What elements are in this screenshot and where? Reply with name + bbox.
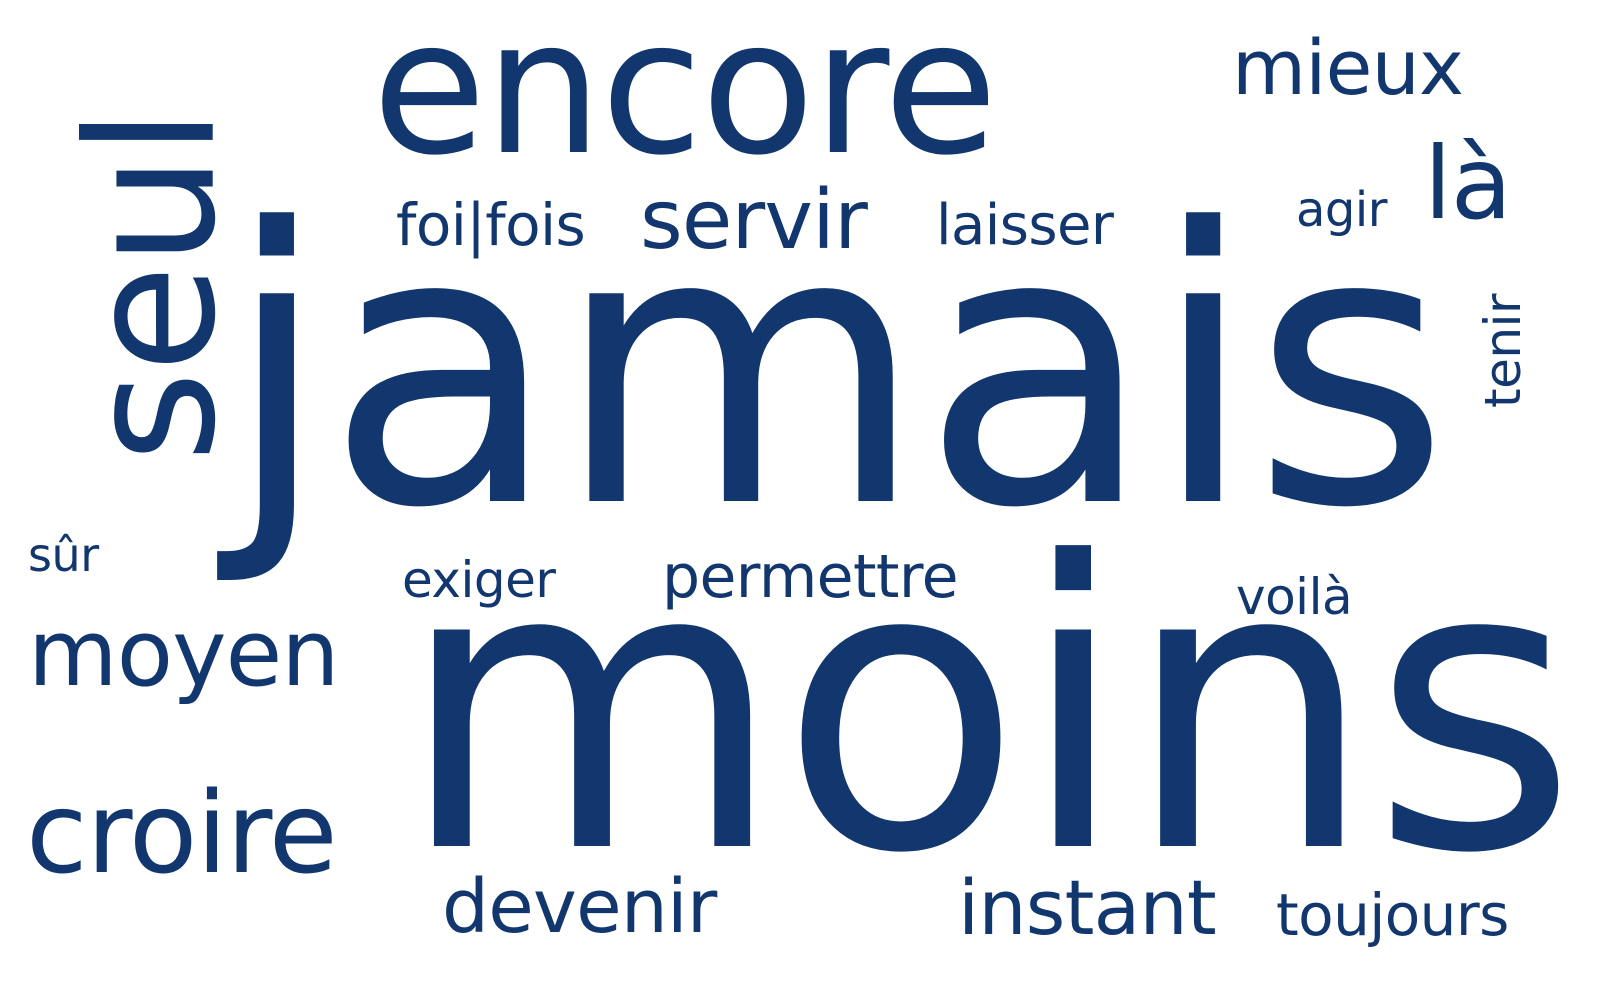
word-mieux: mieux [1232, 23, 1464, 112]
word-tenir: tenir [1474, 293, 1533, 409]
word-moins: moins [398, 479, 1578, 940]
word-devenir: devenir [442, 864, 717, 950]
word-instant: instant [958, 863, 1217, 952]
word-toujours: toujours [1276, 881, 1509, 949]
word-moyen: moyen [28, 600, 340, 707]
word-cloud: seul encore mieux là agir foi|fois servi… [0, 0, 1600, 1000]
word-croire: croire [26, 769, 338, 899]
word-seul: seul [49, 109, 255, 463]
word-sur: sûr [28, 528, 99, 582]
